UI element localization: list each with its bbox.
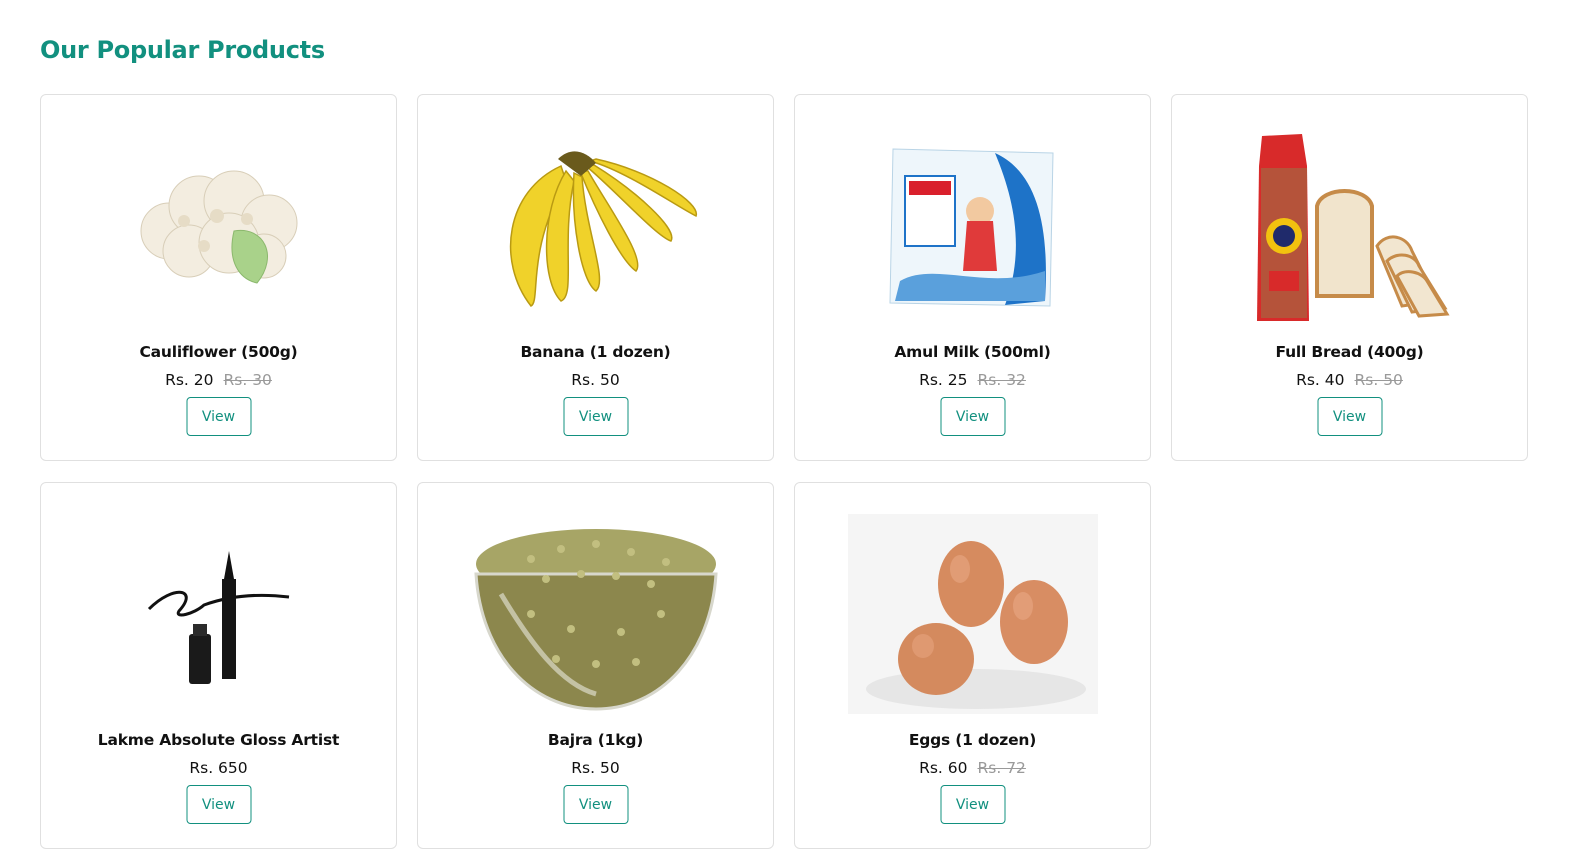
view-button[interactable]: View <box>940 397 1005 436</box>
price: Rs. 25 <box>919 371 968 389</box>
price-row: Rs. 60 Rs. 72 <box>795 759 1150 777</box>
view-button[interactable]: View <box>940 785 1005 824</box>
price-row: Rs. 40 Rs. 50 <box>1172 371 1527 389</box>
view-button[interactable]: View <box>563 785 628 824</box>
product-card: Bajra (1kg) Rs. 50 View <box>417 482 774 849</box>
eggs-icon[interactable] <box>847 511 1098 717</box>
view-button[interactable]: View <box>186 785 251 824</box>
price-row: Rs. 650 <box>41 759 396 777</box>
price: Rs. 20 <box>165 371 214 389</box>
product-card: Banana (1 dozen) Rs. 50 View <box>417 94 774 461</box>
product-name: Full Bread (400g) <box>1275 343 1424 361</box>
milk-pack-icon[interactable] <box>848 123 1098 329</box>
view-button[interactable]: View <box>1317 397 1382 436</box>
product-card: Eggs (1 dozen) Rs. 60 Rs. 72 View <box>794 482 1151 849</box>
product-grid: Cauliflower (500g) Rs. 20 Rs. 30 View Ban… <box>40 94 1528 849</box>
banana-icon[interactable] <box>471 123 721 329</box>
product-name: Lakme Absolute Gloss Artist <box>97 731 340 749</box>
price-row: Rs. 20 Rs. 30 <box>41 371 396 389</box>
price: Rs. 40 <box>1296 371 1345 389</box>
grain-bowl-icon[interactable] <box>471 511 721 717</box>
section-title: Our Popular Products <box>40 36 325 64</box>
product-card: Lakme Absolute Gloss Artist Rs. 650 View <box>40 482 397 849</box>
price-row: Rs. 50 <box>418 759 773 777</box>
view-button[interactable]: View <box>563 397 628 436</box>
price: Rs. 60 <box>919 759 968 777</box>
cauliflower-icon[interactable] <box>94 123 344 329</box>
price: Rs. 50 <box>571 759 620 777</box>
original-price: Rs. 72 <box>977 759 1026 777</box>
product-card: Amul Milk (500ml) Rs. 25 Rs. 32 View <box>794 94 1151 461</box>
bread-icon[interactable] <box>1225 123 1475 329</box>
product-name: Amul Milk (500ml) <box>894 343 1051 361</box>
price: Rs. 50 <box>571 371 620 389</box>
product-card: Cauliflower (500g) Rs. 20 Rs. 30 View <box>40 94 397 461</box>
product-name: Cauliflower (500g) <box>139 343 298 361</box>
product-name: Bajra (1kg) <box>547 731 644 749</box>
price-row: Rs. 50 <box>418 371 773 389</box>
price-row: Rs. 25 Rs. 32 <box>795 371 1150 389</box>
product-name: Eggs (1 dozen) <box>908 731 1037 749</box>
price: Rs. 650 <box>189 759 248 777</box>
original-price: Rs. 50 <box>1354 371 1403 389</box>
product-card: Full Bread (400g) Rs. 40 Rs. 50 View <box>1171 94 1528 461</box>
view-button[interactable]: View <box>186 397 251 436</box>
eyeliner-icon[interactable] <box>94 511 344 717</box>
product-name: Banana (1 dozen) <box>520 343 671 361</box>
original-price: Rs. 32 <box>977 371 1026 389</box>
original-price: Rs. 30 <box>223 371 272 389</box>
